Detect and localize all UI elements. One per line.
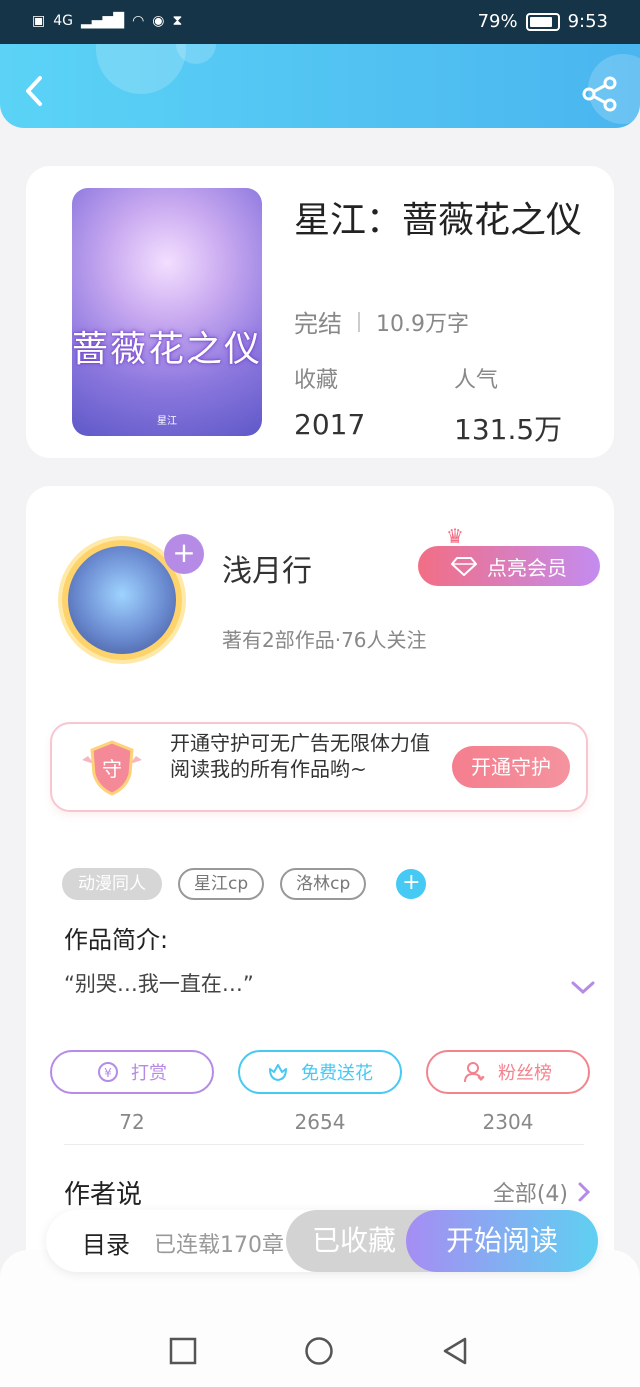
clock: 9:53	[567, 11, 608, 32]
guard-banner[interactable]: 守 开通守护可无广告无限体力值阅读我的所有作品哟~ 开通守护	[50, 722, 588, 812]
svg-text:¥: ¥	[104, 1066, 112, 1080]
tip-label: 打赏	[131, 1063, 167, 1084]
start-reading-button[interactable]: 开始阅读	[406, 1210, 598, 1272]
author-avatar-wrap[interactable]: +	[48, 528, 204, 668]
fan-rank-label: 粉丝榜	[498, 1063, 552, 1084]
yen-coin-icon: ¥	[98, 1062, 118, 1082]
tag-item[interactable]: 星江cp	[178, 868, 265, 900]
tag-item[interactable]: 洛林cp	[280, 868, 367, 900]
signal-icon: ▂▄▆█	[81, 13, 125, 29]
vip-button[interactable]: 点亮会员	[418, 546, 600, 586]
fan-user-icon	[464, 1062, 485, 1083]
add-tag-icon[interactable]: +	[396, 869, 427, 899]
flower-icon	[269, 1064, 287, 1081]
toc-button[interactable]: 目录	[82, 1225, 130, 1260]
send-flower-button[interactable]: 免费送花	[238, 1050, 402, 1094]
reader-bar: 目录 已连载170章 已收藏 开始阅读	[46, 1210, 598, 1272]
favorites-label: 收藏	[294, 368, 339, 393]
intro-title: 作品简介:	[64, 926, 169, 954]
fan-count: 2304	[482, 1110, 534, 1134]
popularity-value: 131.5万	[454, 413, 563, 446]
tag-item[interactable]: 动漫同人	[62, 868, 162, 900]
section-divider	[64, 1144, 584, 1145]
hd-icon: ▣	[32, 13, 46, 29]
chevron-right-icon	[578, 1182, 590, 1202]
author-meta: 著有2部作品·76人关注	[222, 628, 427, 652]
tip-button[interactable]: ¥ 打赏	[50, 1050, 214, 1094]
author-name[interactable]: 浅月行	[222, 546, 312, 590]
popularity-stat: 人气 131.5万	[454, 362, 562, 448]
status-bar: ▣ 4G ▂▄▆█ ◠ ◉ ⧗ 79% 9:53	[0, 0, 640, 46]
svg-text:守: 守	[102, 757, 122, 781]
battery-percent: 79%	[477, 11, 518, 32]
word-count: 10.9万字	[376, 311, 469, 337]
all-link-label: 全部(4)	[492, 1182, 568, 1207]
author-says-title: 作者说	[64, 1180, 143, 1210]
cover-subtitle: 星江	[157, 416, 177, 427]
popularity-label: 人气	[454, 368, 499, 393]
back-nav-icon[interactable]	[440, 1336, 470, 1366]
book-status: 完结	[294, 310, 342, 338]
serial-progress: 已连载170章	[154, 1233, 284, 1258]
back-icon[interactable]	[18, 74, 52, 108]
shield-icon: 守	[82, 740, 142, 796]
favorites-value: 2017	[294, 408, 366, 441]
tag-list: 动漫同人 星江cp 洛林cp +	[62, 868, 427, 900]
intro-text: “别哭…我一直在…”	[64, 972, 254, 996]
system-nav-bar	[0, 1312, 640, 1387]
book-detail-card: + 浅月行 著有2部作品·76人关注 ♛ 点亮会员 守 开通守护可无广告无限体力…	[26, 486, 614, 1306]
send-flower-label: 免费送花	[301, 1063, 373, 1084]
tip-count: 72	[119, 1110, 145, 1134]
follow-plus-icon[interactable]: +	[164, 534, 204, 574]
recent-apps-icon[interactable]	[168, 1336, 198, 1366]
divider	[358, 311, 360, 332]
book-info-card: 蔷薇花之仪 星江 星江：蔷薇花之仪 完结 10.9万字 收藏 2017 人气 1…	[26, 166, 614, 458]
favorites-stat: 收藏 2017	[294, 362, 365, 441]
guard-text: 开通守护可无广告无限体力值阅读我的所有作品哟~	[170, 731, 430, 781]
top-header	[0, 44, 640, 128]
home-icon[interactable]	[304, 1336, 334, 1366]
diamond-icon	[451, 557, 477, 576]
open-guard-button[interactable]: 开通守护	[452, 746, 570, 788]
vip-button-label: 点亮会员	[487, 555, 567, 580]
flower-count: 2654	[294, 1110, 346, 1134]
cover-title: 蔷薇花之仪	[72, 329, 262, 370]
network-type: 4G	[53, 13, 73, 29]
eye-icon: ◉	[152, 13, 165, 29]
wifi-icon: ◠	[132, 13, 145, 29]
battery-icon	[525, 12, 560, 31]
author-says-all-link[interactable]: 全部(4)	[493, 1176, 590, 1208]
fan-rank-button[interactable]: 粉丝榜	[426, 1050, 590, 1094]
book-title: 星江：蔷薇花之仪	[294, 200, 583, 241]
book-cover[interactable]: 蔷薇花之仪 星江	[72, 188, 262, 436]
crown-icon: ♛	[446, 524, 464, 548]
chevron-down-icon[interactable]	[570, 980, 596, 996]
book-status-row: 完结 10.9万字	[294, 304, 469, 339]
hourglass-icon: ⧗	[172, 13, 183, 29]
share-icon[interactable]	[580, 74, 620, 114]
